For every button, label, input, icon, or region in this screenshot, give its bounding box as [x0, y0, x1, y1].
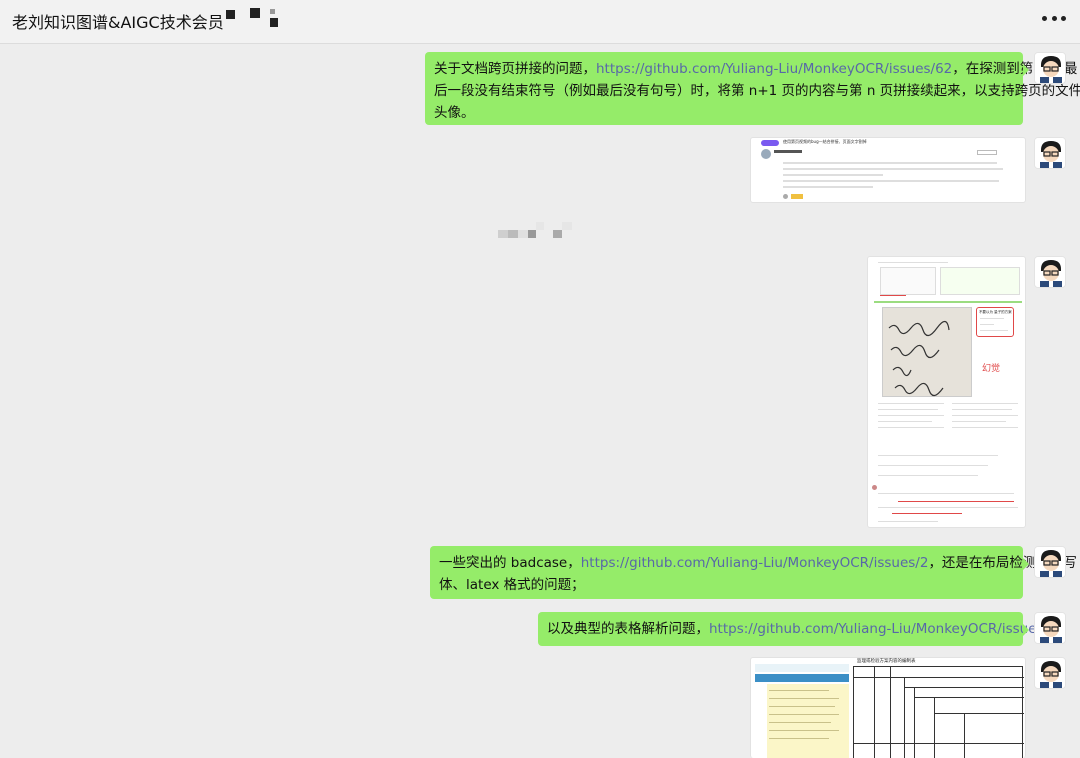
avatar-icon — [1035, 658, 1065, 688]
table-title: 监理或检验方案内容的编制表 — [857, 659, 916, 664]
message-link[interactable]: https://github.com/Yuliang-Liu/MonkeyOCR… — [596, 61, 952, 77]
message-text: 头像。 — [434, 105, 475, 121]
message-text: 后一段没有结束符号（例如最后没有句号）时，将第 n+1 页的内容与第 n 页拼接… — [434, 83, 1080, 99]
avatar-icon — [1035, 257, 1065, 287]
message-bubble[interactable]: 以及典型的表格解析问题，https://github.com/Yuliang-L… — [538, 612, 1065, 646]
avatar-icon — [1035, 613, 1065, 643]
image-message[interactable]: 监理或检验方案内容的编制表 — [750, 657, 1026, 758]
chat-title: 老刘知识图谱&AIGC技术会员 — [12, 13, 224, 32]
result-box: 不要以为 量子的方案 — [976, 307, 1014, 337]
message-bubble[interactable]: 关于文档跨页拼接的问题，https://github.com/Yuliang-L… — [425, 52, 1080, 125]
redacted-system-notice — [498, 222, 574, 240]
message-text: 关于文档跨页拼接的问题， — [434, 61, 596, 77]
message-link[interactable]: https://github.com/Yuliang-Liu/MonkeyOCR… — [581, 555, 929, 571]
ellipsis-icon[interactable] — [1042, 8, 1066, 28]
image-message[interactable]: 使用第页视频的bug—结合拼接、页面文字割掉 — [750, 137, 1026, 203]
redacted-block — [270, 9, 275, 14]
message-text: 一些突出的 badcase， — [439, 555, 581, 571]
avatar-icon — [1035, 53, 1065, 83]
handwriting-image — [888, 320, 950, 397]
message-text: 体、latex 格式的问题； — [439, 577, 585, 593]
chat-header: 老刘知识图谱&AIGC技术会员 — [0, 0, 1080, 44]
hallucination-label: 幻觉 — [982, 364, 1001, 374]
avatar[interactable] — [1034, 657, 1066, 689]
redacted-block — [270, 18, 278, 27]
result-box-title: 不要以为 量子的方案 — [979, 310, 1012, 314]
message-text: 以及典型的表格解析问题， — [547, 621, 709, 637]
image-caption: 使用第页视频的bug—结合拼接、页面文字割掉 — [783, 139, 867, 144]
message-bubble[interactable]: 一些突出的 badcase，https://github.com/Yuliang… — [430, 546, 1077, 599]
avatar[interactable] — [1034, 256, 1066, 288]
avatar[interactable] — [1034, 52, 1066, 84]
redacted-block — [226, 10, 235, 19]
image-message[interactable]: 不要以为 量子的方案 幻觉 — [867, 256, 1026, 528]
avatar[interactable] — [1034, 612, 1066, 644]
avatar[interactable] — [1034, 137, 1066, 169]
avatar-icon — [1035, 547, 1065, 577]
avatar-icon — [1035, 138, 1065, 168]
message-link[interactable]: https://github.com/Yuliang-Liu/MonkeyOCR… — [709, 621, 1065, 637]
redacted-block — [250, 8, 260, 18]
avatar[interactable] — [1034, 546, 1066, 578]
